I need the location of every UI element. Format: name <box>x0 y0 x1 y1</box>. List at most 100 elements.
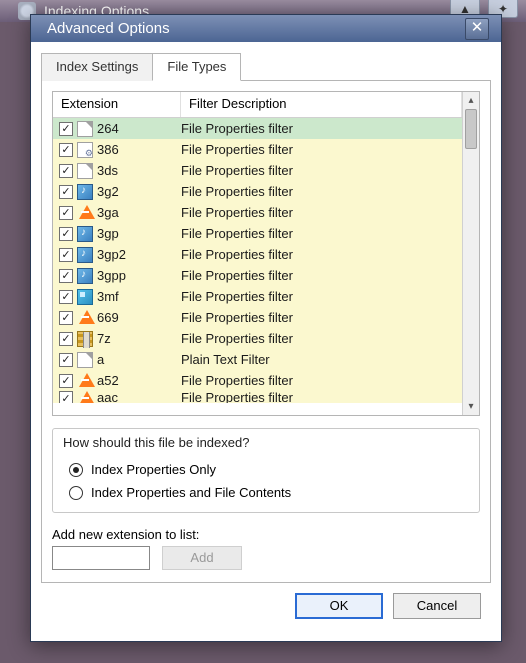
file-type-icon <box>77 391 93 403</box>
row-checkbox[interactable]: ✓ <box>59 185 73 199</box>
row-description: File Properties filter <box>177 310 462 325</box>
row-checkbox[interactable]: ✓ <box>59 391 73 403</box>
table-row[interactable]: ✓ aPlain Text Filter <box>53 349 462 370</box>
scroll-track[interactable] <box>463 109 479 398</box>
file-type-icon <box>77 268 93 284</box>
row-description: File Properties filter <box>177 247 462 262</box>
row-extension: a52 <box>97 373 177 388</box>
file-type-icon <box>77 247 93 263</box>
file-type-icon <box>77 142 93 158</box>
add-extension-input[interactable] <box>52 546 150 570</box>
table-row[interactable]: ✓ a52File Properties filter <box>53 370 462 391</box>
row-checkbox[interactable]: ✓ <box>59 248 73 262</box>
table-row[interactable]: ✓ 3g2File Properties filter <box>53 181 462 202</box>
table-row[interactable]: ✓ 3gpFile Properties filter <box>53 223 462 244</box>
file-type-icon <box>77 121 93 137</box>
row-description: File Properties filter <box>177 142 462 157</box>
row-checkbox[interactable]: ✓ <box>59 374 73 388</box>
file-type-icon <box>77 373 93 389</box>
dialog-title: Advanced Options <box>47 20 170 37</box>
row-description: File Properties filter <box>177 373 462 388</box>
table-row[interactable]: ✓ 3gp2File Properties filter <box>53 244 462 265</box>
tab-body-file-types: Extension Filter Description ✓264File Pr… <box>41 81 491 583</box>
table-row[interactable]: ✓ 3gppFile Properties filter <box>53 265 462 286</box>
tab-index-settings[interactable]: Index Settings <box>41 53 153 81</box>
radio-label: Index Properties Only <box>91 462 216 477</box>
table-row[interactable]: ✓ 7zFile Properties filter <box>53 328 462 349</box>
add-extension-button: Add <box>162 546 242 570</box>
row-extension: 3gpp <box>97 268 177 283</box>
file-type-icon <box>77 163 93 179</box>
column-extension[interactable]: Extension <box>53 92 181 117</box>
file-types-listview[interactable]: Extension Filter Description ✓264File Pr… <box>52 91 480 416</box>
row-checkbox[interactable]: ✓ <box>59 290 73 304</box>
row-extension: 669 <box>97 310 177 325</box>
radio-properties-and-contents[interactable]: Index Properties and File Contents <box>63 479 469 502</box>
row-checkbox[interactable]: ✓ <box>59 353 73 367</box>
file-type-icon <box>77 205 93 221</box>
row-checkbox[interactable]: ✓ <box>59 269 73 283</box>
row-checkbox[interactable]: ✓ <box>59 143 73 157</box>
scroll-up-button[interactable]: ▴ <box>463 92 479 109</box>
file-type-icon <box>77 352 93 368</box>
file-type-icon <box>77 310 93 326</box>
row-extension: 3ds <box>97 163 177 178</box>
cancel-button[interactable]: Cancel <box>393 593 481 619</box>
add-extension-label: Add new extension to list: <box>52 527 480 542</box>
file-type-icon <box>77 226 93 242</box>
table-row[interactable]: ✓ aacFile Properties filter <box>53 391 462 403</box>
scroll-down-button[interactable]: ▾ <box>463 398 479 415</box>
row-checkbox[interactable]: ✓ <box>59 122 73 136</box>
row-extension: 7z <box>97 331 177 346</box>
table-row[interactable]: ✓ 3gaFile Properties filter <box>53 202 462 223</box>
row-description: File Properties filter <box>177 268 462 283</box>
column-description[interactable]: Filter Description <box>181 92 462 117</box>
tab-file-types[interactable]: File Types <box>152 53 241 81</box>
row-description: File Properties filter <box>177 184 462 199</box>
scroll-thumb[interactable] <box>465 109 477 149</box>
row-extension: 264 <box>97 121 177 136</box>
row-extension: 3ga <box>97 205 177 220</box>
radio-label: Index Properties and File Contents <box>91 485 291 500</box>
row-extension: 3gp2 <box>97 247 177 262</box>
ok-button[interactable]: OK <box>295 593 383 619</box>
file-type-icon <box>77 184 93 200</box>
row-extension: 3gp <box>97 226 177 241</box>
row-description: File Properties filter <box>177 331 462 346</box>
row-extension: 3g2 <box>97 184 177 199</box>
table-row[interactable]: ✓ 264File Properties filter <box>53 118 462 139</box>
row-checkbox[interactable]: ✓ <box>59 164 73 178</box>
row-extension: a <box>97 352 177 367</box>
row-description: File Properties filter <box>177 163 462 178</box>
file-type-icon <box>77 331 93 347</box>
row-checkbox[interactable]: ✓ <box>59 206 73 220</box>
radio-icon <box>69 486 83 500</box>
indexing-mode-group: How should this file be indexed? Index P… <box>52 428 480 513</box>
table-row[interactable]: ✓ 3mfFile Properties filter <box>53 286 462 307</box>
row-description: File Properties filter <box>177 205 462 220</box>
dialog-titlebar[interactable]: Advanced Options ✕ <box>31 15 501 42</box>
row-checkbox[interactable]: ✓ <box>59 332 73 346</box>
file-type-icon <box>77 289 93 305</box>
radio-icon <box>69 463 83 477</box>
row-extension: 386 <box>97 142 177 157</box>
table-row[interactable]: ✓ 386File Properties filter <box>53 139 462 160</box>
table-row[interactable]: ✓ 669File Properties filter <box>53 307 462 328</box>
row-description: File Properties filter <box>177 226 462 241</box>
row-extension: aac <box>97 391 177 403</box>
row-description: Plain Text Filter <box>177 352 462 367</box>
advanced-options-dialog: Advanced Options ✕ Index Settings File T… <box>30 14 502 642</box>
row-description: File Properties filter <box>177 289 462 304</box>
row-extension: 3mf <box>97 289 177 304</box>
listview-scrollbar[interactable]: ▴ ▾ <box>462 92 479 415</box>
dialog-button-row: OK Cancel <box>41 583 491 631</box>
row-description: File Properties filter <box>177 391 462 403</box>
row-checkbox[interactable]: ✓ <box>59 311 73 325</box>
table-row[interactable]: ✓ 3dsFile Properties filter <box>53 160 462 181</box>
radio-properties-only[interactable]: Index Properties Only <box>63 456 469 479</box>
tab-strip: Index Settings File Types <box>41 52 491 81</box>
row-checkbox[interactable]: ✓ <box>59 227 73 241</box>
listview-header[interactable]: Extension Filter Description <box>53 92 462 118</box>
close-button[interactable]: ✕ <box>465 18 489 40</box>
row-description: File Properties filter <box>177 121 462 136</box>
